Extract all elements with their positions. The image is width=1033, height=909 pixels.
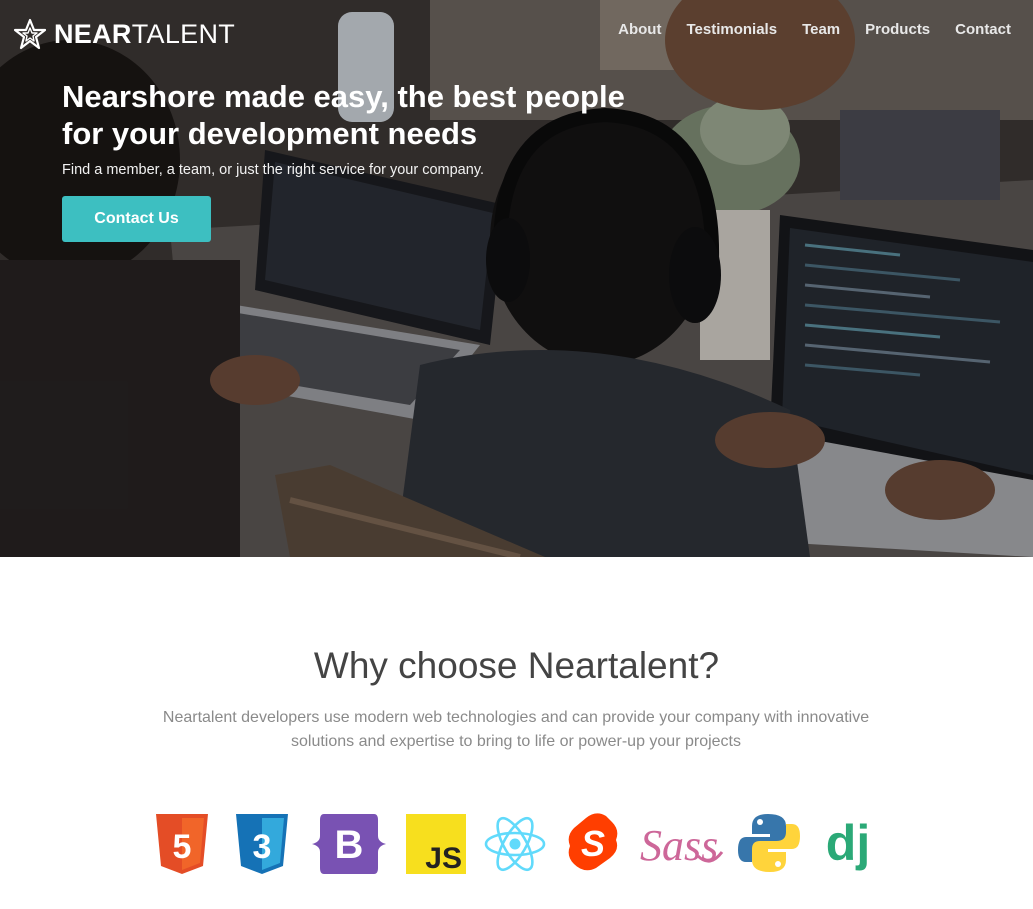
brand-name: NEARTALENT (54, 18, 236, 49)
svelte-icon: S (568, 813, 618, 871)
hero-section: NEARTALENT About Testimonials Team Produ… (0, 0, 1033, 557)
hero-title-line-1: Nearshore made easy, the best people (62, 79, 625, 114)
css3-icon-label: 3 (253, 828, 272, 866)
nav-link-team[interactable]: Team (802, 21, 840, 38)
contact-us-button[interactable]: Contact Us (62, 196, 211, 242)
hero-title-line-2: for your development needs (62, 116, 478, 151)
nav-link-testimonials[interactable]: Testimonials (686, 21, 777, 38)
svelte-icon-label: S (581, 823, 605, 864)
python-icon (738, 814, 800, 872)
nav-link-products[interactable]: Products (865, 21, 930, 38)
nav-link-about[interactable]: About (618, 21, 661, 38)
hero-subtitle: Find a member, a team, or just the right… (62, 162, 485, 178)
why-section-description: Neartalent developers use modern web tec… (136, 706, 896, 754)
sass-icon-label: Sass (640, 821, 718, 870)
brand-name-bold: NEAR (54, 18, 132, 49)
html5-icon-label: 5 (173, 828, 192, 866)
bootstrap-icon-label: B (335, 823, 364, 867)
why-description-line-2: solutions and expertise to bring to life… (290, 733, 741, 750)
why-section-title: Why choose Neartalent? (313, 645, 720, 686)
html5-icon: 5 (156, 814, 208, 874)
django-icon: dj (826, 815, 870, 871)
nav-link-contact[interactable]: Contact (955, 21, 1011, 38)
brand-name-light: TALENT (131, 18, 236, 49)
brand-logo[interactable]: NEARTALENT (14, 18, 235, 50)
star-icon (14, 18, 46, 50)
sass-icon: Sass (640, 821, 724, 870)
javascript-icon-label: JS (425, 842, 462, 874)
technology-logos: 5 3 B JS S Sass dj (150, 810, 885, 880)
bootstrap-icon: B (312, 814, 386, 874)
main-nav: About Testimonials Team Products Contact (618, 21, 1011, 38)
css3-icon: 3 (236, 814, 288, 874)
why-description-line-1: Neartalent developers use modern web tec… (162, 709, 870, 726)
django-icon-label: dj (826, 815, 870, 871)
react-icon (484, 816, 546, 872)
javascript-icon: JS (406, 814, 466, 874)
hero-title: Nearshore made easy, the best people for… (62, 78, 702, 152)
